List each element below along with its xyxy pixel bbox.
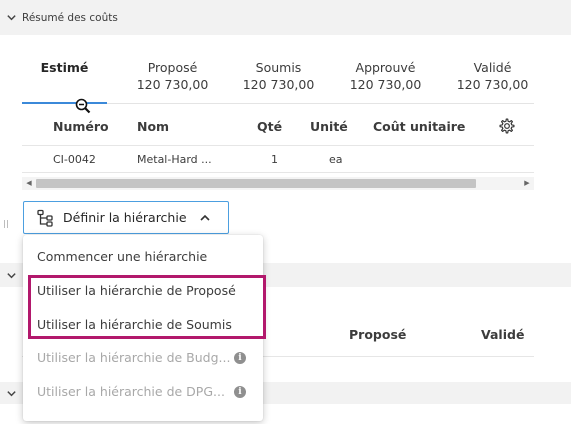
chevron-down-icon[interactable] bbox=[0, 8, 22, 28]
tab-label: Estimé bbox=[40, 60, 89, 75]
tab-propose[interactable]: Proposé 120 730,00 bbox=[130, 59, 215, 93]
menu-item-use-dpg-hierarchy: Utiliser la hiérarchie de DPG... bbox=[37, 384, 225, 399]
tab-label: Validé bbox=[473, 60, 512, 75]
highlight-annotation-box bbox=[28, 275, 266, 339]
resize-grip-icon[interactable] bbox=[3, 220, 9, 228]
tab-soumis[interactable]: Soumis 120 730,00 bbox=[236, 59, 321, 93]
menu-item-start-hierarchy[interactable]: Commencer une hiérarchie bbox=[37, 249, 207, 264]
tab-label: Soumis bbox=[255, 60, 302, 75]
tab-amount: 120 730,00 bbox=[456, 77, 529, 92]
chevron-down-icon[interactable] bbox=[0, 265, 22, 285]
cell-unit: ea bbox=[329, 153, 343, 166]
define-hierarchy-button[interactable]: Définir la hiérarchie bbox=[23, 201, 229, 234]
gear-icon[interactable] bbox=[498, 117, 516, 135]
column-header-qty[interactable]: Qté bbox=[257, 119, 282, 134]
column-header-number[interactable]: Numéro bbox=[53, 119, 109, 134]
cell-name: Metal-Hard ... bbox=[137, 153, 212, 166]
cost-summary-header[interactable]: Résumé des coûts bbox=[0, 0, 571, 35]
column-header-valide[interactable]: Validé bbox=[481, 327, 524, 342]
cell-number: CI-0042 bbox=[53, 153, 96, 166]
menu-item-use-budget-hierarchy: Utiliser la hiérarchie de Budg... bbox=[37, 350, 231, 365]
column-header-name[interactable]: Nom bbox=[137, 119, 169, 134]
active-tab-indicator bbox=[22, 102, 107, 104]
tab-approuve[interactable]: Approuvé 120 730,00 bbox=[343, 59, 428, 93]
section-title: Résumé des coûts bbox=[22, 11, 118, 24]
info-icon[interactable]: i bbox=[234, 352, 246, 364]
info-icon[interactable]: i bbox=[234, 386, 246, 398]
cost-summary-panel: Résumé des coûts Estimé Proposé 120 730,… bbox=[0, 0, 571, 424]
scrollbar-thumb[interactable] bbox=[36, 179, 476, 188]
hierarchy-tree-icon bbox=[37, 209, 53, 227]
grid-header-rule bbox=[22, 145, 534, 146]
column-header-unit-cost[interactable]: Coût unitaire bbox=[373, 119, 465, 134]
tab-label: Proposé bbox=[147, 60, 198, 75]
tab-amount: 120 730,00 bbox=[349, 77, 422, 92]
tab-amount: 120 730,00 bbox=[242, 77, 315, 92]
chevron-down-icon[interactable] bbox=[0, 383, 22, 403]
tab-label: Approuvé bbox=[355, 60, 416, 75]
tab-amount: 120 730,00 bbox=[136, 77, 209, 92]
column-header-propose[interactable]: Proposé bbox=[349, 327, 406, 342]
scroll-left-arrow-icon[interactable]: ◀ bbox=[23, 177, 35, 190]
chevron-up-icon bbox=[199, 214, 210, 221]
define-hierarchy-label: Définir la hiérarchie bbox=[63, 210, 187, 225]
scroll-right-arrow-icon[interactable]: ▶ bbox=[521, 177, 533, 190]
zoom-out-cursor-icon bbox=[75, 98, 91, 114]
grid-row-rule bbox=[22, 172, 534, 173]
column-header-unit[interactable]: Unité bbox=[310, 119, 348, 134]
horizontal-scrollbar[interactable]: ◀ ▶ bbox=[22, 177, 534, 190]
tab-estime[interactable]: Estimé bbox=[22, 59, 107, 77]
cell-qty: 1 bbox=[271, 153, 278, 166]
tab-valide[interactable]: Validé 120 730,00 bbox=[450, 59, 535, 93]
